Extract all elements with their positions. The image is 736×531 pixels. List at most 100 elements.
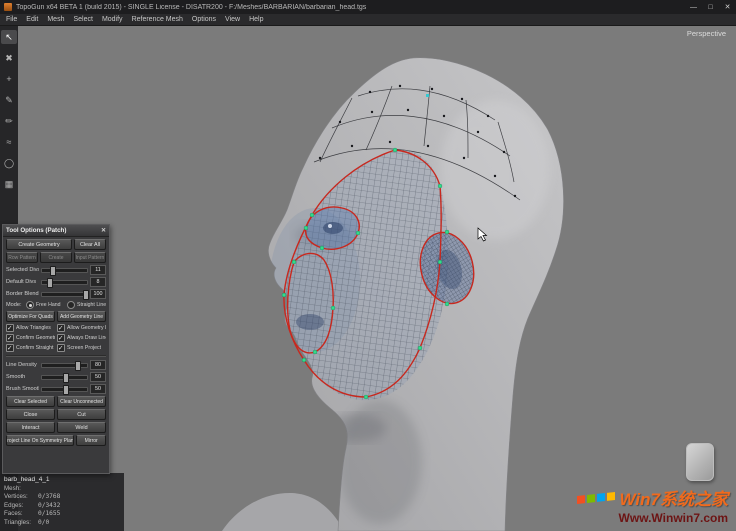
close-button[interactable]: ✕ bbox=[719, 0, 736, 14]
confirm-geometry-label: Confirm Geometry bbox=[16, 335, 55, 341]
object-type: Mesh: bbox=[4, 485, 120, 494]
border-blend-slider[interactable] bbox=[41, 292, 88, 297]
smooth-value[interactable]: 50 bbox=[90, 372, 106, 382]
selected-divs-label: Selected Divs bbox=[6, 267, 39, 273]
screen-project-checkbox[interactable] bbox=[57, 344, 65, 352]
allow-geometry-lines-checkbox[interactable] bbox=[57, 324, 65, 332]
application-window: Perspective TopoGun x64 BETA 1 (build 20… bbox=[0, 0, 736, 531]
draw-tool-icon[interactable]: ✎ bbox=[1, 93, 17, 107]
smooth-tool-icon[interactable]: ≈ bbox=[1, 135, 17, 149]
row-pattern-button[interactable]: Row Pattern bbox=[6, 252, 38, 263]
create-button[interactable]: Create bbox=[40, 252, 72, 263]
menu-modify[interactable]: Modify bbox=[102, 16, 123, 23]
app-icon bbox=[4, 3, 12, 11]
menu-file[interactable]: File bbox=[6, 16, 17, 23]
panel-close-icon[interactable]: ✕ bbox=[101, 227, 106, 234]
cut-button[interactable]: Cut bbox=[57, 409, 106, 420]
mode-free-hand-radio[interactable] bbox=[26, 301, 34, 309]
border-blend-label: Border Blend bbox=[6, 291, 39, 297]
interact-button[interactable]: Interact bbox=[6, 422, 55, 433]
smooth-label: Smooth bbox=[6, 374, 39, 380]
selected-vertex-dot bbox=[426, 94, 429, 97]
allow-geometry-lines-label: Allow Geometry Lines bbox=[67, 325, 106, 331]
loop-tool-icon[interactable]: ◯ bbox=[1, 156, 17, 170]
menu-mesh[interactable]: Mesh bbox=[47, 16, 64, 23]
line-density-value[interactable]: 80 bbox=[90, 360, 106, 370]
triangles-row: Triangles:0/0 bbox=[4, 519, 120, 528]
clear-selected-button[interactable]: Clear Selected bbox=[6, 396, 55, 407]
add-tool-icon[interactable]: + bbox=[1, 72, 17, 86]
menu-select[interactable]: Select bbox=[73, 16, 92, 23]
slider-thumb[interactable] bbox=[63, 373, 69, 383]
mode-free-hand-label: Free Hand bbox=[36, 302, 61, 308]
border-blend-value[interactable]: 100 bbox=[90, 289, 106, 299]
watermark-title: Win7系统之家 bbox=[620, 485, 728, 510]
menu-options[interactable]: Options bbox=[192, 16, 216, 23]
optimize-for-quads-button[interactable]: Optimize For Quads bbox=[6, 311, 55, 322]
window-title: TopoGun x64 BETA 1 (build 2015) - SINGLE… bbox=[16, 4, 685, 11]
brush-smooth-value[interactable]: 50 bbox=[90, 384, 106, 394]
close-patch-button[interactable]: Close bbox=[6, 409, 55, 420]
confirm-straight-lines-checkbox[interactable] bbox=[6, 344, 14, 352]
maximize-button[interactable]: □ bbox=[702, 0, 719, 14]
triangles-value: 0/0 bbox=[38, 519, 49, 526]
confirm-geometry-checkbox[interactable] bbox=[6, 334, 14, 342]
menu-reference-mesh[interactable]: Reference Mesh bbox=[132, 16, 183, 23]
menu-bar: File Edit Mesh Select Modify Reference M… bbox=[0, 14, 736, 26]
slider-thumb[interactable] bbox=[63, 385, 69, 395]
input-pattern-button[interactable]: Input Pattern bbox=[74, 252, 106, 263]
selected-divs-value[interactable]: 11 bbox=[90, 265, 106, 275]
mirror-button[interactable]: Mirror bbox=[76, 435, 106, 446]
edges-label: Edges: bbox=[4, 502, 38, 511]
watermark-block-icon bbox=[686, 443, 714, 481]
allow-triangles-checkbox[interactable] bbox=[6, 324, 14, 332]
clear-all-button[interactable]: Clear All bbox=[74, 239, 106, 250]
selected-divs-slider[interactable] bbox=[41, 268, 88, 273]
edges-row: Edges:0/3432 bbox=[4, 502, 120, 511]
delete-tool-icon[interactable]: ✖ bbox=[1, 51, 17, 65]
menu-help[interactable]: Help bbox=[249, 16, 263, 23]
tool-options-panel: Tool Options (Patch) ✕ Create Geometry C… bbox=[2, 224, 110, 474]
default-divs-value[interactable]: 8 bbox=[90, 277, 106, 287]
faces-value: 0/1655 bbox=[38, 510, 60, 517]
brush-smooth-slider[interactable] bbox=[41, 387, 88, 392]
pencil-tool-icon[interactable]: ✏ bbox=[1, 114, 17, 128]
watermark: Win7系统之家 Www.Winwin7.com bbox=[576, 443, 728, 525]
faces-label: Faces: bbox=[4, 510, 38, 519]
object-name[interactable]: barb_head_4_1 bbox=[4, 476, 120, 485]
always-draw-lines-label: Always Draw Lines bbox=[67, 335, 106, 341]
windows-flag-icon bbox=[576, 490, 616, 504]
clear-unconnected-button[interactable]: Clear Unconnected bbox=[57, 396, 106, 407]
edges-value: 0/3432 bbox=[38, 502, 60, 509]
grid-tool-icon[interactable]: ▦ bbox=[1, 177, 17, 191]
add-geometry-line-button[interactable]: Add Geometry Line bbox=[57, 311, 106, 322]
slider-thumb[interactable] bbox=[47, 278, 53, 288]
vertices-row: Vertices:0/3768 bbox=[4, 493, 120, 502]
tool-options-titlebar[interactable]: Tool Options (Patch) ✕ bbox=[3, 225, 109, 237]
view-label: Perspective bbox=[687, 29, 726, 38]
slider-thumb[interactable] bbox=[75, 361, 81, 371]
menu-edit[interactable]: Edit bbox=[26, 16, 38, 23]
smooth-slider[interactable] bbox=[41, 375, 88, 380]
always-draw-lines-checkbox[interactable] bbox=[57, 334, 65, 342]
default-divs-slider[interactable] bbox=[41, 280, 88, 285]
menu-view[interactable]: View bbox=[225, 16, 240, 23]
select-tool-icon[interactable]: ↖ bbox=[1, 30, 17, 44]
slider-thumb[interactable] bbox=[50, 266, 56, 276]
screen-project-label: Screen Project bbox=[67, 345, 101, 351]
minimize-button[interactable]: — bbox=[685, 0, 702, 14]
project-line-symmetry-button[interactable]: Project Line On Symmetry Plane bbox=[6, 435, 74, 446]
brush-smooth-label: Brush Smooth bbox=[6, 386, 39, 392]
tool-options-title: Tool Options (Patch) bbox=[6, 227, 66, 234]
allow-triangles-label: Allow Triangles bbox=[16, 325, 51, 331]
slider-thumb[interactable] bbox=[83, 290, 89, 300]
triangles-label: Triangles: bbox=[4, 519, 38, 528]
mode-straight-lines-label: Straight Lines bbox=[77, 302, 106, 308]
faces-row: Faces:0/1655 bbox=[4, 510, 120, 519]
weld-button[interactable]: Weld bbox=[57, 422, 106, 433]
confirm-straight-lines-label: Confirm Straight Lines bbox=[16, 345, 55, 351]
vertices-value: 0/3768 bbox=[38, 493, 60, 500]
line-density-slider[interactable] bbox=[41, 363, 88, 368]
create-geometry-button[interactable]: Create Geometry bbox=[6, 239, 72, 250]
mode-straight-lines-radio[interactable] bbox=[67, 301, 75, 309]
